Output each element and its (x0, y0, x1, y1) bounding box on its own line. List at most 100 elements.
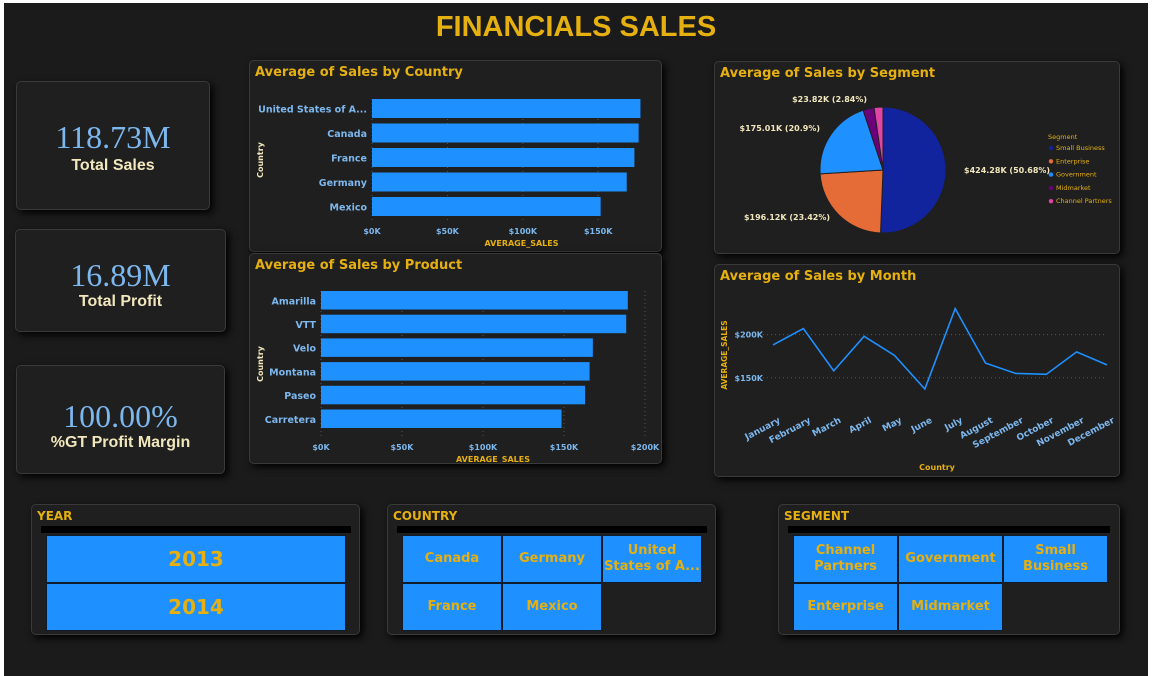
slicer-item-enterprise[interactable]: Enterprise (793, 583, 898, 631)
slicer-header-bar (788, 526, 1110, 533)
series-line (772, 306, 1108, 391)
slicer-header-bar (397, 526, 707, 533)
category-label: Germany (319, 178, 368, 189)
country-chart-panel: Average of Sales by Country $0K $50K $100K… (249, 60, 662, 252)
bar (321, 314, 627, 334)
x-tick-label: $50K (391, 443, 415, 452)
slicer-header-bar (41, 526, 351, 533)
category-label: Montana (269, 367, 316, 378)
slicer-item-france[interactable]: France (402, 583, 502, 631)
legend-label: Government (1056, 171, 1097, 179)
year-slicer: YEAR 2013 2014 (31, 504, 360, 635)
kpi-profit-margin: 100.00% %GT Profit Margin (16, 365, 225, 474)
bar (321, 409, 562, 428)
y-tick-label: $200K (735, 331, 764, 340)
x-tick-label: $50K (436, 227, 460, 236)
legend-marker (1048, 185, 1054, 191)
slicer-item-mexico[interactable]: Mexico (502, 583, 602, 631)
x-tick-label: $100K (469, 443, 498, 452)
segment-pie-chart: $424.28K (50.68%) $196.12K (23.42%) $175.0… (740, 95, 1112, 234)
slicer-item-small-business[interactable]: Small Business (1003, 535, 1108, 583)
x-tick-label: June (909, 416, 934, 436)
legend-marker (1048, 145, 1054, 151)
y-tick-label: $150K (735, 374, 764, 383)
segment-chart-panel: Average of Sales by Segment $424.28K (50… (714, 61, 1120, 254)
x-tick-label: April (848, 416, 874, 436)
slicer-title: SEGMENT (784, 509, 850, 523)
country-slicer: COUNTRY Canada Germany United States of … (387, 504, 716, 635)
legend-marker (1048, 172, 1054, 177)
slice-data-label: $424.28K (50.68%) (964, 166, 1050, 175)
bar (321, 338, 593, 357)
bar (372, 148, 635, 167)
slicer-item-united-states[interactable]: United States of A... (602, 535, 702, 583)
y-axis-title: Country (256, 141, 265, 178)
month-line-chart: $150K$200KJanuaryFebruaryMarch April May Ju… (720, 306, 1117, 472)
bar (372, 99, 641, 118)
x-axis-title: AVERAGE_SALES (456, 455, 530, 463)
category-label: France (331, 154, 367, 165)
slicer-item-channel-partners[interactable]: Channel Partners (793, 535, 898, 583)
legend-label: Enterprise (1056, 157, 1089, 165)
category-label: Paseo (284, 391, 316, 402)
bar (372, 123, 639, 143)
slicer-item-2014[interactable]: 2014 (46, 583, 346, 631)
x-tick-label: $200K (631, 443, 660, 452)
bar (372, 172, 627, 192)
x-tick-label: $0K (312, 443, 330, 452)
kpi-value: 118.73M (55, 119, 171, 155)
x-axis-title: AVERAGE_SALES (485, 239, 559, 248)
slicer-item-canada[interactable]: Canada (402, 535, 502, 583)
category-label: Velo (293, 344, 317, 355)
segment-slicer: SEGMENT Channel Partners Government Smal… (778, 504, 1120, 635)
category-label: Mexico (330, 203, 368, 214)
slice-data-label: $196.12K (23.42%) (744, 213, 830, 222)
slice-data-label: $175.01K (20.9%) (740, 124, 821, 133)
x-tick-label: $150K (550, 443, 579, 452)
bar (321, 362, 590, 381)
x-tick-label: May (881, 416, 904, 435)
bar (372, 197, 601, 216)
bar (321, 291, 628, 310)
kpi-total-sales: 118.73M Total Sales (16, 81, 210, 210)
slicer-item-germany[interactable]: Germany (502, 535, 602, 583)
legend-marker (1048, 199, 1054, 204)
legend-title: Segment (1048, 133, 1078, 141)
dashboard-canvas: FINANCIALS SALES 118.73M Total Sales 16.… (4, 3, 1148, 676)
legend-label: Channel Partners (1056, 197, 1112, 205)
product-bar-chart: $0K $50K $100K $150K $200K Amarilla VTT Velo Mon… (256, 291, 660, 463)
pie-slice (880, 106, 947, 234)
dashboard-title: FINANCIALS SALES (435, 11, 717, 43)
category-label: Canada (327, 129, 367, 140)
kpi-value: 16.89M (70, 257, 171, 293)
x-tick-label: $100K (509, 227, 538, 236)
slicer-title: YEAR (37, 509, 73, 523)
x-tick-label: $150K (584, 227, 613, 236)
category-label: Amarilla (271, 296, 316, 307)
legend-label: Midmarket (1056, 184, 1091, 192)
slicer-title: COUNTRY (393, 509, 458, 523)
category-label: VTT (295, 320, 316, 331)
kpi-total-profit: 16.89M Total Profit (15, 229, 226, 332)
slicer-item-government[interactable]: Government (898, 535, 1003, 583)
x-tick-label: March (811, 416, 843, 439)
y-axis-title: Country (256, 345, 265, 382)
product-chart-panel: Average of Sales by Product $0K $50K $100K… (249, 253, 662, 464)
kpi-label: Total Sales (71, 157, 155, 174)
y-axis-title: AVERAGE_SALES (720, 320, 729, 389)
kpi-label: Total Profit (78, 293, 163, 310)
kpi-label: %GT Profit Margin (50, 434, 191, 451)
slice-data-label: $23.82K (2.84%) (792, 95, 867, 104)
bar (321, 385, 586, 405)
category-label: United States of A... (258, 105, 367, 116)
slicer-item-midmarket[interactable]: Midmarket (898, 583, 1003, 631)
legend-label: Small Business (1056, 144, 1105, 152)
x-tick-label: $0K (363, 227, 381, 236)
x-axis-title: Country (919, 463, 956, 472)
kpi-value: 100.00% (63, 398, 178, 434)
legend-marker (1048, 159, 1054, 164)
category-label: Carretera (265, 415, 316, 426)
slicer-item-2013[interactable]: 2013 (46, 535, 346, 583)
month-chart-panel: Average of Sales by Month $150K $200K Janu… (714, 264, 1120, 477)
pie-slice (819, 169, 884, 234)
